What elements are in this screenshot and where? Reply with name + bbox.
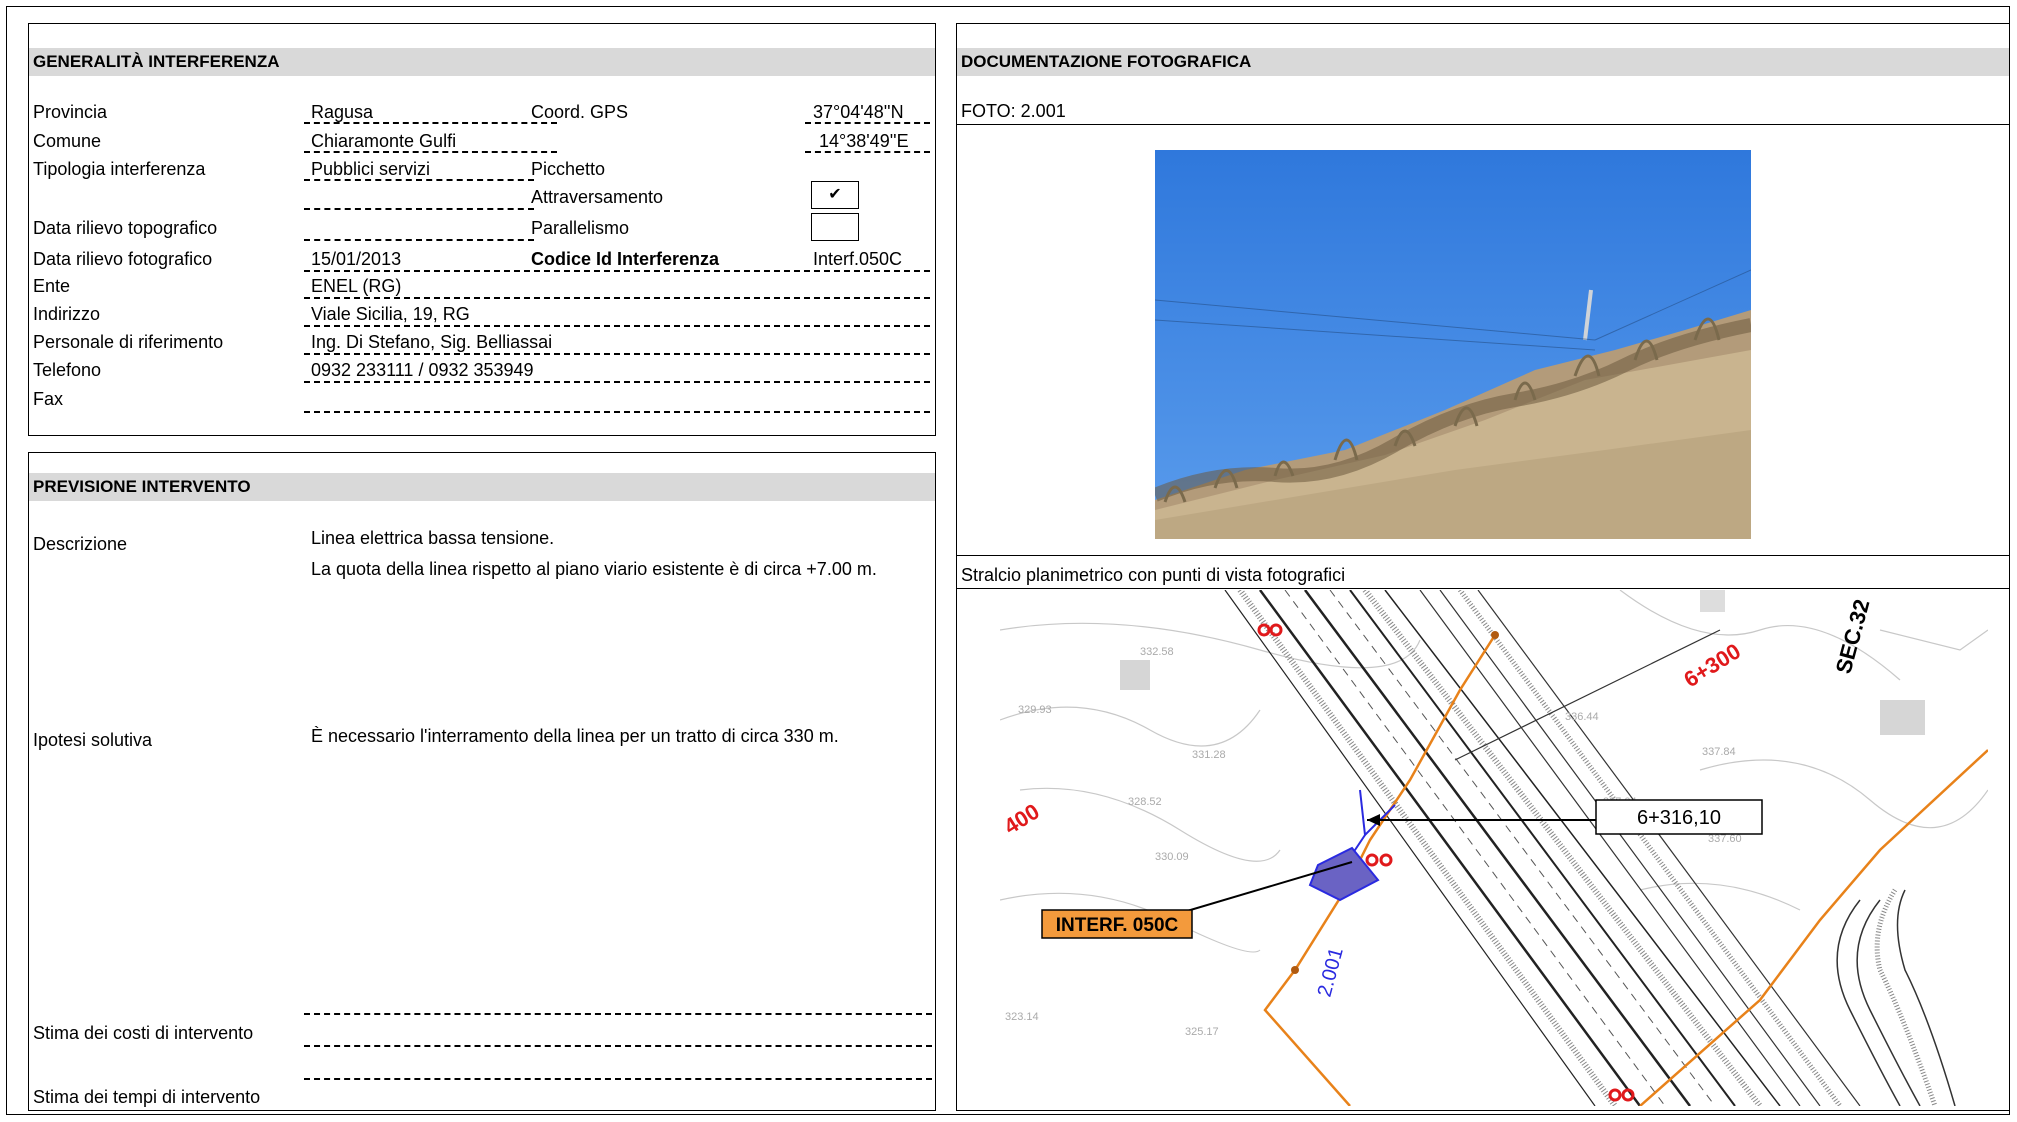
tipologia-underline (304, 179, 534, 181)
blank-underline (304, 208, 534, 210)
data-foto-value: 15/01/2013 (311, 249, 402, 269)
telefono-underline (304, 381, 930, 383)
codice-value: Interf.050C (813, 249, 903, 269)
elev-10: 323.14 (1005, 1011, 1039, 1023)
coord-lat-value: 37°04'48''N (813, 102, 904, 122)
telefono-value: 0932 233111 / 0932 353949 (311, 360, 534, 380)
indirizzo-label: Indirizzo (33, 304, 101, 324)
plan-map: 332.58 329.93 331.28 328.52 330.09 336.4… (1000, 590, 1988, 1106)
coord-label: Coord. GPS (531, 102, 629, 122)
costi-underline-1 (304, 1013, 932, 1015)
elev-5: 330.09 (1155, 851, 1189, 863)
foto-label: FOTO: 2.001 (961, 101, 1066, 121)
attraversamento-label: Attraversamento (531, 187, 664, 207)
coord-lon-value: 14°38'49''E (819, 131, 909, 151)
indirizzo-underline (304, 325, 930, 327)
stralcio-divider-2 (957, 588, 2009, 589)
comune-underline (304, 151, 557, 153)
site-photo (1155, 150, 1751, 539)
data-topo-underline (304, 239, 534, 241)
elev-3: 331.28 (1192, 749, 1226, 761)
ente-label: Ente (33, 276, 71, 296)
elev-9: 337.60 (1708, 833, 1742, 845)
parallelismo-checkbox[interactable] (811, 213, 859, 241)
coord-lon-underline (805, 151, 930, 153)
provincia-underline (304, 122, 557, 124)
tempi-label: Stima dei tempi di intervento (33, 1087, 261, 1107)
generalita-header: GENERALITÀ INTERFERENZA (29, 48, 935, 76)
ente-value: ENEL (RG) (311, 276, 402, 296)
generalita-panel: GENERALITÀ INTERFERENZA Provincia Ragusa… (28, 23, 936, 436)
costi-label: Stima dei costi di intervento (33, 1023, 254, 1043)
tipologia-value: Pubblici servizi (311, 159, 431, 179)
stralcio-divider (957, 555, 2009, 556)
chainage-box: 6+316,10 (1637, 807, 1721, 829)
personale-value: Ing. Di Stefano, Sig. Belliassai (311, 332, 553, 352)
data-topo-label: Data rilievo topografico (33, 218, 218, 238)
elev-2: 329.93 (1018, 704, 1052, 716)
foto-divider (957, 124, 2009, 125)
descrizione-line2: La quota della linea rispetto al piano v… (311, 559, 877, 579)
indirizzo-value: Viale Sicilia, 19, RG (311, 304, 470, 324)
elev-1: 332.58 (1140, 646, 1174, 658)
personale-label: Personale di riferimento (33, 332, 224, 352)
ipotesi-label: Ipotesi solutiva (33, 730, 153, 750)
elev-11: 325.17 (1185, 1026, 1219, 1038)
coord-lat-underline (805, 122, 930, 124)
stralcio-label: Stralcio planimetrico con punti di vista… (961, 565, 1346, 585)
data-foto-underline (304, 270, 930, 272)
elev-6: 336.44 (1565, 711, 1599, 723)
data-foto-label: Data rilievo fotografico (33, 249, 213, 269)
previsione-panel: PREVISIONE INTERVENTO Descrizione Linea … (28, 452, 936, 1111)
documentazione-header: DOCUMENTAZIONE FOTOGRAFICA (957, 48, 2009, 76)
picchetto-label: Picchetto (531, 159, 606, 179)
previsione-header: PREVISIONE INTERVENTO (29, 473, 935, 501)
attraversamento-checkbox[interactable]: ✔ (811, 181, 859, 209)
comune-label: Comune (33, 131, 102, 151)
telefono-label: Telefono (33, 360, 102, 380)
provincia-value: Ragusa (311, 102, 374, 122)
fax-underline (304, 411, 930, 413)
descrizione-label: Descrizione (33, 534, 128, 554)
ente-underline (304, 297, 930, 299)
interf-box: INTERF. 050C (1056, 915, 1179, 936)
tipologia-label: Tipologia interferenza (33, 159, 206, 179)
elev-4: 328.52 (1128, 796, 1162, 808)
elev-7: 337.84 (1702, 746, 1736, 758)
tempi-underline (304, 1078, 932, 1080)
ipotesi-value: È necessario l'interramento della linea … (311, 726, 839, 746)
documentazione-panel: DOCUMENTAZIONE FOTOGRAFICA FOTO: 2.001 S… (956, 23, 2010, 1111)
descrizione-line1: Linea elettrica bassa tensione. (311, 528, 555, 548)
personale-underline (304, 353, 930, 355)
parallelismo-label: Parallelismo (531, 218, 630, 238)
codice-label: Codice Id Interferenza (531, 249, 720, 269)
fax-label: Fax (33, 389, 64, 409)
costi-underline-2 (304, 1045, 932, 1047)
comune-value: Chiaramonte Gulfi (311, 131, 457, 151)
provincia-label: Provincia (33, 102, 108, 122)
